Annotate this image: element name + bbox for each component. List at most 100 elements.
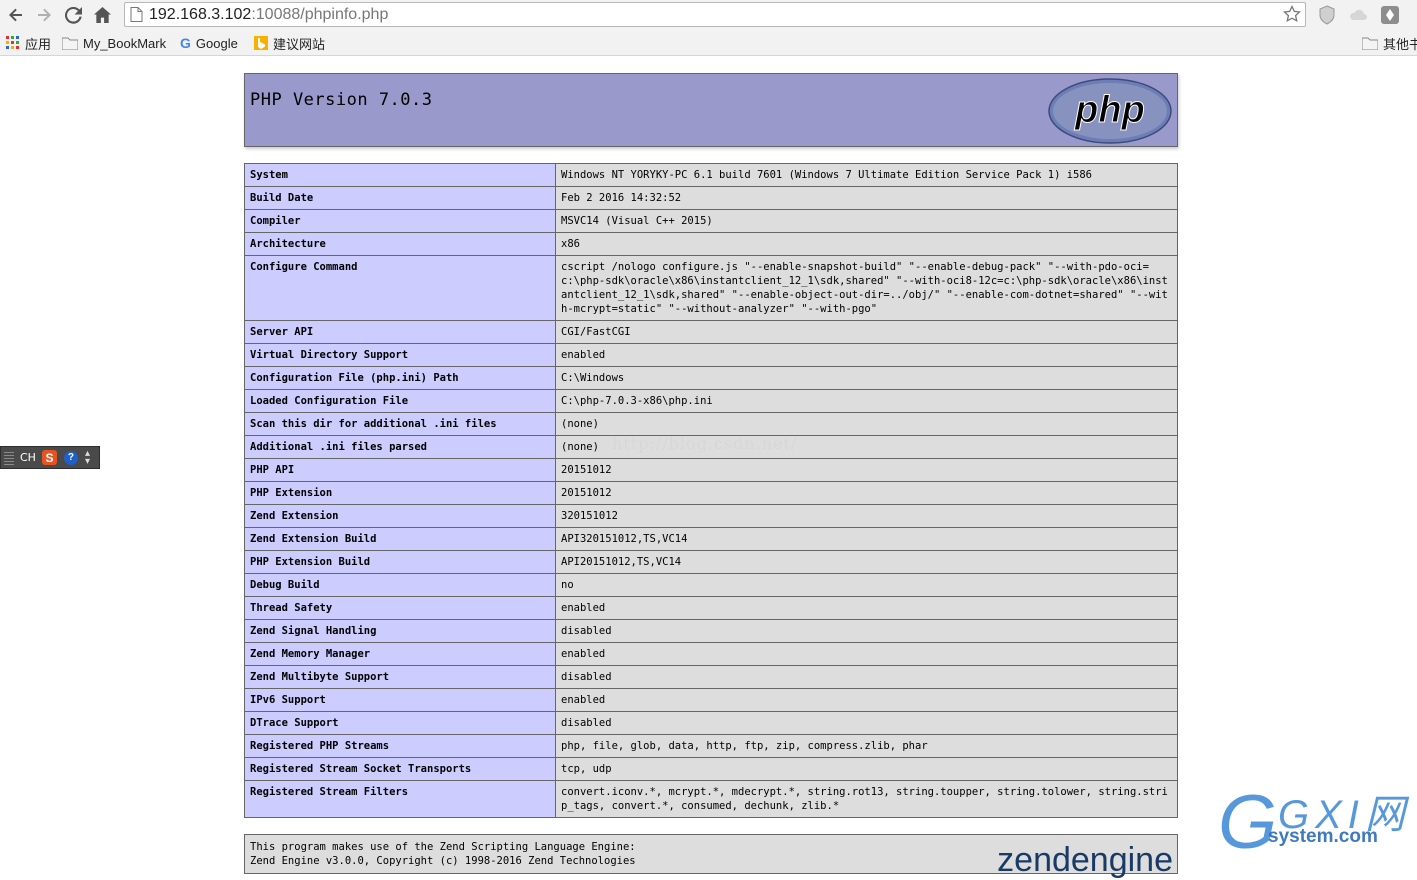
- back-arrow-icon: [9, 8, 22, 22]
- shield-extension-icon[interactable]: [1317, 5, 1337, 25]
- table-row: Configuration File (php.ini) Path C:\Wind…: [244, 366, 1178, 390]
- table-row: Zend Extension 320151012: [244, 504, 1178, 528]
- zend-engine-logo: zendengine: [997, 841, 1173, 879]
- ime-toolbar[interactable]: CH S ? ▴ ▾: [0, 446, 100, 469]
- info-value: enabled: [555, 642, 1178, 666]
- info-value: Feb 2 2016 14:32:52: [555, 186, 1178, 210]
- table-row: PHP API 20151012: [244, 458, 1178, 482]
- info-value: no: [555, 573, 1178, 597]
- info-value: enabled: [555, 596, 1178, 620]
- info-value: Windows NT YORYKY-PC 6.1 build 7601 (Win…: [555, 163, 1178, 187]
- table-row: Build Date Feb 2 2016 14:32:52: [244, 186, 1178, 210]
- info-value: 20151012: [555, 481, 1178, 505]
- forward-arrow-icon: [38, 8, 51, 22]
- zend-footer: This program makes use of the Zend Scrip…: [244, 834, 1178, 879]
- cloud-extension-icon[interactable]: [1348, 5, 1368, 25]
- table-row: Loaded Configuration File C:\php-7.0.3-x8…: [244, 389, 1178, 413]
- info-key: Zend Extension: [244, 504, 556, 528]
- table-row: Compiler MSVC14 (Visual C++ 2015): [244, 209, 1178, 233]
- reload-icon: [64, 6, 82, 24]
- info-key: Registered Stream Filters: [244, 780, 556, 818]
- page-icon: [130, 7, 143, 22]
- info-value: CGI/FastCGI: [555, 320, 1178, 344]
- info-key: Virtual Directory Support: [244, 343, 556, 367]
- info-key: DTrace Support: [244, 711, 556, 735]
- info-value: convert.iconv.*, mcrypt.*, mdecrypt.*, s…: [555, 780, 1178, 818]
- bookmark-suggested-sites[interactable]: 建议网站: [254, 34, 325, 52]
- google-icon: G: [180, 35, 191, 51]
- forward-button[interactable]: [32, 3, 56, 27]
- info-value: enabled: [555, 688, 1178, 712]
- url-text: 192.168.3.102:10088/phpinfo.php: [149, 6, 389, 23]
- address-bar[interactable]: 192.168.3.102:10088/phpinfo.php: [124, 2, 1306, 27]
- info-value: 20151012: [555, 458, 1178, 482]
- info-key: Registered Stream Socket Transports: [244, 757, 556, 781]
- table-row: PHP Extension 20151012: [244, 481, 1178, 505]
- home-icon: [93, 7, 111, 23]
- table-row: Thread Safety enabled: [244, 596, 1178, 620]
- bookmark-label: Google: [195, 35, 238, 51]
- info-key: PHP Extension: [244, 481, 556, 505]
- info-key: Debug Build: [244, 573, 556, 597]
- table-row: Scan this dir for additional .ini files(…: [244, 412, 1178, 436]
- table-row: Server API CGI/FastCGI: [244, 320, 1178, 344]
- back-button[interactable]: [4, 3, 28, 27]
- info-key: PHP API: [244, 458, 556, 482]
- info-value: cscript /nologo configure.js "--enable-s…: [555, 255, 1178, 321]
- bookmark-star-icon[interactable]: [1283, 5, 1301, 23]
- bookmark-my-bookmark[interactable]: My_BookMark: [62, 34, 166, 52]
- table-row: Zend Signal Handling disabled: [244, 619, 1178, 643]
- info-key: Compiler: [244, 209, 556, 233]
- info-key: PHP Extension Build: [244, 550, 556, 574]
- drag-handle[interactable]: [4, 450, 14, 465]
- gxi-brand-text: GXI网: [1278, 793, 1411, 837]
- help-icon[interactable]: ?: [63, 450, 78, 465]
- apps-grid-icon: [6, 36, 20, 50]
- bookmark-apps[interactable]: 应用: [6, 34, 51, 52]
- info-value: disabled: [555, 619, 1178, 643]
- bookmark-label: My_BookMark: [83, 35, 167, 51]
- table-row: Registered PHP Streams php, file, glob, d…: [244, 734, 1178, 758]
- info-value: C:\Windows: [555, 366, 1178, 390]
- info-value: disabled: [555, 665, 1178, 689]
- info-key: Configuration File (php.ini) Path: [244, 366, 556, 390]
- table-row: Zend Memory Manager enabled: [244, 642, 1178, 666]
- info-key: IPv6 Support: [244, 688, 556, 712]
- bookmark-label: 建议网站: [273, 36, 326, 52]
- table-row: Registered Stream Filters convert.iconv.*…: [244, 780, 1178, 818]
- bookmark-label: 应用: [25, 36, 52, 52]
- browser-toolbar: 192.168.3.102:10088/phpinfo.php: [0, 0, 1417, 30]
- bookmark-google[interactable]: G Google: [180, 34, 238, 52]
- info-key: Zend Extension Build: [244, 527, 556, 551]
- info-key: Thread Safety: [244, 596, 556, 620]
- sogou-icon[interactable]: S: [41, 450, 57, 465]
- reload-button[interactable]: [61, 3, 85, 27]
- other-bookmarks[interactable]: 其他书: [1362, 34, 1417, 52]
- info-key: Loaded Configuration File: [244, 389, 556, 413]
- page-title: PHP Version 7.0.3: [250, 90, 433, 110]
- info-key: Configure Command: [244, 255, 556, 321]
- svg-text:G: G: [1218, 780, 1277, 860]
- info-key: Architecture: [244, 232, 556, 256]
- menu-extension-icon[interactable]: [1380, 5, 1400, 25]
- info-key: Additional .ini files parsed: [244, 435, 556, 459]
- info-key: Server API: [244, 320, 556, 344]
- table-row: Registered Stream Socket Transports tcp, …: [244, 757, 1178, 781]
- php-header: PHP Version 7.0.3 php: [244, 73, 1178, 147]
- info-value: enabled: [555, 343, 1178, 367]
- ime-language[interactable]: CH: [20, 451, 36, 464]
- more-icon[interactable]: ▴ ▾: [85, 448, 90, 466]
- table-row: Configure Command cscript /nologo configu…: [244, 255, 1178, 321]
- folder-icon: [1362, 37, 1378, 50]
- svg-text:php: php: [1074, 89, 1145, 131]
- info-value: (none): [555, 412, 1178, 436]
- info-key: Zend Multibyte Support: [244, 665, 556, 689]
- zend-footer-text: This program makes use of the Zend Scrip…: [250, 841, 636, 867]
- table-row: IPv6 Support enabled: [244, 688, 1178, 712]
- table-row: Debug Build no: [244, 573, 1178, 597]
- info-value: 320151012: [555, 504, 1178, 528]
- home-button[interactable]: [90, 3, 114, 27]
- php-info-table: System Windows NT YORYKY-PC 6.1 build 760…: [244, 163, 1178, 818]
- info-key: Zend Memory Manager: [244, 642, 556, 666]
- info-value: API320151012,TS,VC14: [555, 527, 1178, 551]
